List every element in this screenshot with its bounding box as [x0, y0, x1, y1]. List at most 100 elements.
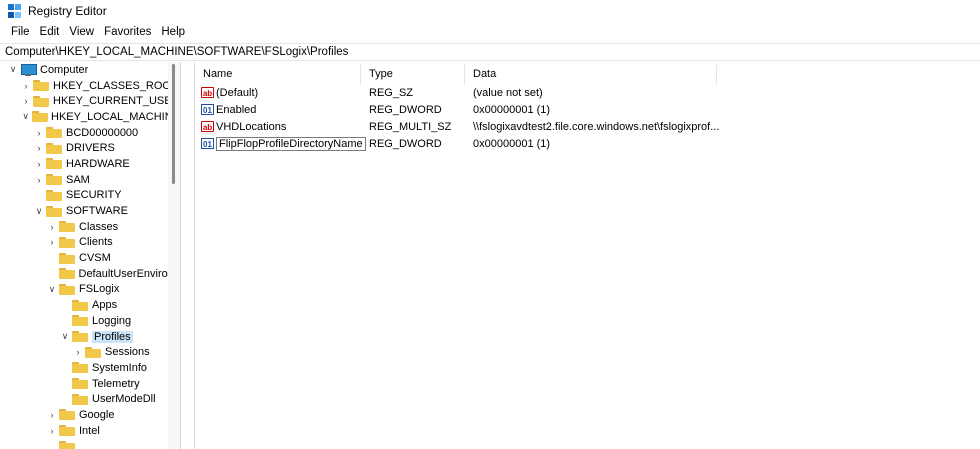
folder-icon	[59, 252, 75, 264]
expand-chevron-icon[interactable]: ›	[47, 222, 57, 232]
menu-file[interactable]: File	[6, 26, 35, 38]
expand-chevron-icon[interactable]: ›	[34, 175, 44, 185]
expand-chevron-icon[interactable]: ›	[21, 81, 31, 91]
folder-icon	[33, 80, 49, 92]
tree-item[interactable]: ∨ HKEY_LOCAL_MACHINE	[0, 109, 180, 125]
tree-line-connector	[60, 379, 70, 389]
menu-edit[interactable]: Edit	[35, 26, 65, 38]
expand-chevron-icon[interactable]: ›	[47, 410, 57, 420]
expand-chevron-icon[interactable]: ›	[34, 128, 44, 138]
tree-item[interactable]: › Google	[0, 407, 180, 423]
tree-item[interactable]: ∨ Profiles	[0, 329, 180, 345]
tree-item[interactable]: ∨ FSLogix	[0, 282, 180, 298]
folder-icon	[72, 393, 88, 405]
tree-item-label: Clients	[79, 236, 113, 249]
value-type: REG_MULTI_SZ	[369, 120, 452, 133]
tree-item[interactable]: ∨ SOFTWARE	[0, 203, 180, 219]
tree-item[interactable]: Telemetry	[0, 376, 180, 392]
menu-view[interactable]: View	[64, 26, 99, 38]
tree-item-label: UserModeDll	[92, 393, 156, 406]
value-type: REG_DWORD	[369, 103, 442, 116]
menu-help[interactable]: Help	[156, 26, 190, 38]
value-row[interactable]: 01 Enabled REG_DWORD 0x00000001 (1)	[195, 101, 980, 118]
tree-line-connector	[60, 316, 70, 326]
expand-chevron-icon[interactable]: ›	[34, 143, 44, 153]
tree-item[interactable]: ∨ Computer	[0, 62, 180, 78]
tree-item-label: HKEY_CLASSES_ROOT	[53, 79, 178, 92]
tree-item-label: Google	[79, 408, 115, 421]
tree-item[interactable]: › SAM	[0, 172, 180, 188]
expand-chevron-icon[interactable]: ›	[47, 237, 57, 247]
binary-value-icon: 01	[201, 138, 214, 150]
expand-chevron-icon[interactable]: ›	[73, 347, 83, 357]
tree-item[interactable]: › BCD00000000	[0, 125, 180, 141]
expand-chevron-icon[interactable]: ∨	[60, 331, 70, 342]
tree-item[interactable]: › HKEY_CLASSES_ROOT	[0, 78, 180, 94]
menu-favorites[interactable]: Favorites	[99, 26, 156, 38]
column-header-type[interactable]: Type	[361, 65, 465, 84]
tree-item[interactable]: › HARDWARE	[0, 156, 180, 172]
tree-item[interactable]: › HKEY_CURRENT_USER	[0, 93, 180, 109]
address-path[interactable]: Computer\HKEY_LOCAL_MACHINE\SOFTWARE\FSL…	[5, 46, 348, 58]
folder-icon	[72, 299, 88, 311]
folder-icon	[59, 221, 75, 233]
folder-icon	[85, 346, 101, 358]
registry-editor-icon	[8, 4, 22, 18]
tree-line-connector	[60, 300, 70, 310]
expand-chevron-icon[interactable]: ›	[34, 159, 44, 169]
folder-icon	[59, 283, 75, 295]
tree-scrollbar[interactable]	[168, 62, 180, 449]
tree-item[interactable]: UserModeDll	[0, 391, 180, 407]
address-bar[interactable]: Computer\HKEY_LOCAL_MACHINE\SOFTWARE\FSL…	[0, 43, 980, 61]
tree-scrollbar-thumb[interactable]	[172, 64, 175, 184]
tree-item[interactable]: › Clients	[0, 235, 180, 251]
value-name-cell[interactable]: ab VHDLocations	[201, 121, 286, 133]
value-data: 0x00000001 (1)	[473, 137, 551, 150]
value-name-cell[interactable]: 01 Enabled	[201, 104, 256, 116]
tree-line-connector	[47, 269, 57, 279]
tree-item[interactable]: SECURITY	[0, 188, 180, 204]
value-name-cell[interactable]: ab (Default)	[201, 87, 258, 99]
tree-item-label: HKEY_LOCAL_MACHINE	[51, 110, 180, 123]
tree-item[interactable]: SystemInfo	[0, 360, 180, 376]
column-header-name[interactable]: Name	[195, 65, 361, 84]
tree-item[interactable]: › Classes	[0, 219, 180, 235]
expand-chevron-icon[interactable]: ∨	[21, 111, 30, 122]
string-value-icon: ab	[201, 121, 214, 133]
value-row[interactable]: 01 FlipFlopProfileDirectoryName REG_DWORD 0…	[195, 135, 980, 152]
expand-chevron-icon[interactable]: ›	[21, 96, 31, 106]
folder-icon	[59, 425, 75, 437]
value-name-cell[interactable]: 01 FlipFlopProfileDirectoryName	[201, 136, 366, 151]
tree-item[interactable]: › Intel	[0, 423, 180, 439]
tree-item-label: Logging	[92, 314, 132, 327]
window-title: Registry Editor	[28, 4, 107, 18]
values-list-pane[interactable]: Name Type Data ab (Default) REG_SZ (value n…	[195, 62, 980, 449]
tree-item[interactable]: DefaultUserEnvironn	[0, 266, 180, 282]
expand-chevron-icon[interactable]: ∨	[8, 64, 18, 75]
menu-bar: File Edit View Favorites Help	[0, 22, 980, 42]
pane-splitter[interactable]	[181, 62, 195, 449]
expand-chevron-icon[interactable]: ∨	[34, 206, 44, 216]
tree-item-label: HARDWARE	[66, 157, 130, 170]
folder-icon	[72, 362, 88, 374]
title-bar: Registry Editor	[0, 0, 980, 22]
value-type: REG_SZ	[369, 86, 414, 99]
tree-item[interactable]: Apps	[0, 297, 180, 313]
tree-item[interactable]: › DRIVERS	[0, 140, 180, 156]
expand-chevron-icon[interactable]: ∨	[47, 284, 57, 294]
tree-item[interactable]: Logging	[0, 313, 180, 329]
tree-item[interactable]: CVSM	[0, 250, 180, 266]
tree-line-connector	[60, 394, 70, 404]
column-header-data[interactable]: Data	[465, 65, 717, 84]
key-tree-pane[interactable]: ∨ Computer › HKEY_CLASSES_ROOT › HKEY_CURRENT…	[0, 62, 181, 449]
expand-chevron-icon[interactable]: ›	[47, 426, 57, 436]
value-data: 0x00000001 (1)	[473, 103, 551, 116]
value-row[interactable]: ab VHDLocations REG_MULTI_SZ \\fslogixavdte…	[195, 118, 980, 135]
folder-icon	[46, 205, 62, 217]
value-row[interactable]: ab (Default) REG_SZ (value not set)	[195, 84, 980, 101]
tree-item[interactable]	[0, 439, 180, 449]
tree-item[interactable]: › Sessions	[0, 344, 180, 360]
folder-icon	[59, 409, 75, 421]
folder-icon	[59, 236, 75, 248]
tree-item-label: SOFTWARE	[66, 205, 128, 218]
